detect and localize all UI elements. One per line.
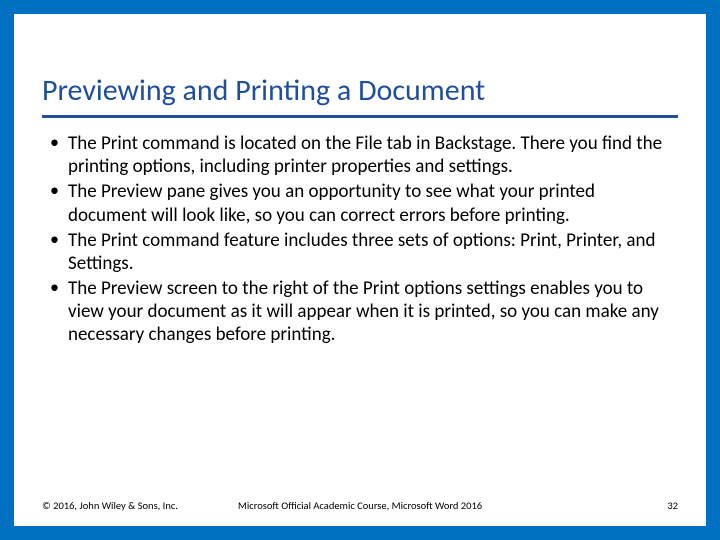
slide: Previewing and Printing a Document The P… [14,14,706,526]
footer: © 2016, John Wiley & Sons, Inc. Microsof… [42,499,678,512]
page-number: 32 [667,499,678,512]
slide-title: Previewing and Printing a Document [42,72,678,118]
list-item: The Preview pane gives you an opportunit… [42,180,678,226]
bullet-list: The Print command is located on the File… [42,132,678,347]
list-item: The Preview screen to the right of the P… [42,277,678,347]
course-text: Microsoft Official Academic Course, Micr… [178,499,667,512]
list-item: The Print command is located on the File… [42,132,678,178]
copyright-text: © 2016, John Wiley & Sons, Inc. [42,499,178,512]
list-item: The Print command feature includes three… [42,229,678,275]
